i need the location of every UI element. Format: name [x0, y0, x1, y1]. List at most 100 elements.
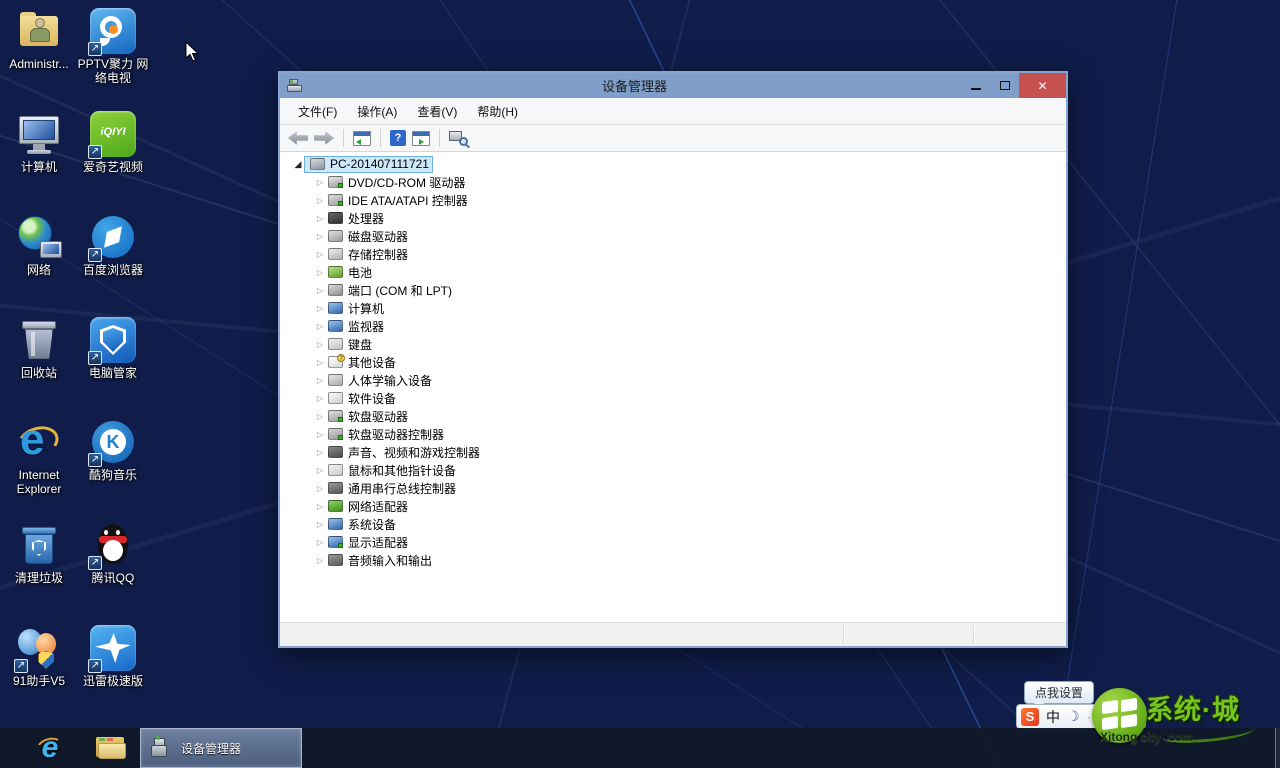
tree-item-label: 磁盘驱动器 [348, 228, 408, 245]
tree-item-6[interactable]: ▷ 端口 (COM 和 LPT) [284, 281, 1062, 299]
ime-settings-tooltip[interactable]: 点我设置 [1024, 681, 1094, 704]
collapsed-triangle-icon[interactable]: ▷ [314, 556, 326, 565]
collapsed-triangle-icon[interactable]: ▷ [314, 412, 326, 421]
menu-item-0[interactable]: 文件(F) [288, 99, 347, 124]
window-titlebar[interactable]: 设备管理器 ✕ [280, 73, 1066, 98]
maximize-button[interactable] [990, 76, 1019, 96]
desktop-icon-pptv[interactable]: ↗ PPTV聚力 网络电视 [76, 8, 150, 85]
back-icon[interactable] [288, 131, 308, 145]
shortcut-arrow-icon: ↗ [88, 659, 102, 673]
desktop-icon-baidu-browser[interactable]: ↗ 百度浏览器 [76, 214, 150, 277]
tree-item-label: 其他设备 [348, 354, 396, 371]
show-desktop-button[interactable] [1275, 728, 1280, 768]
close-button[interactable]: ✕ [1019, 73, 1066, 98]
tree-item-13[interactable]: ▷ 软盘驱动器 [284, 407, 1062, 425]
collapsed-triangle-icon[interactable]: ▷ [314, 304, 326, 313]
tree-item-4[interactable]: ▷ 存储控制器 [284, 245, 1062, 263]
taskbar-device-manager-task[interactable]: 设备管理器 [140, 728, 302, 768]
collapsed-triangle-icon[interactable]: ▷ [314, 232, 326, 241]
tree-item-0[interactable]: ▷ DVD/CD-ROM 驱动器 [284, 173, 1062, 191]
collapsed-triangle-icon[interactable]: ▷ [314, 286, 326, 295]
tree-item-19[interactable]: ▷ 系统设备 [284, 515, 1062, 533]
ime-more-icon[interactable]: · [1087, 710, 1091, 724]
monitor-icon [328, 320, 343, 332]
collapsed-triangle-icon[interactable]: ▷ [314, 196, 326, 205]
collapsed-triangle-icon[interactable]: ▷ [314, 502, 326, 511]
ports-icon [328, 284, 343, 296]
statusbar-separator [973, 625, 974, 644]
storage-controller-icon [328, 248, 343, 260]
menu-item-1[interactable]: 操作(A) [347, 99, 407, 124]
moon-icon[interactable]: ☽ [1067, 708, 1080, 725]
tree-item-15[interactable]: ▷ 声音、视频和游戏控制器 [284, 443, 1062, 461]
tree-item-8[interactable]: ▷ 监视器 [284, 317, 1062, 335]
tree-item-17[interactable]: ▷ 通用串行总线控制器 [284, 479, 1062, 497]
desktop-icon-cleaner[interactable]: 清理垃圾 [2, 522, 76, 585]
properties-icon[interactable] [412, 131, 430, 146]
minimize-icon [971, 88, 981, 90]
floppy-controller-icon [328, 428, 343, 440]
tree-root-node[interactable]: ◢ PC-201407111721 [284, 155, 1062, 173]
tree-item-18[interactable]: ▷ 网络适配器 [284, 497, 1062, 515]
collapsed-triangle-icon[interactable]: ▷ [314, 484, 326, 493]
computer-root-icon [310, 158, 325, 170]
desktop-icon-internet-explorer[interactable]: e Internet Explorer [2, 419, 76, 496]
minimize-button[interactable] [961, 76, 990, 96]
collapsed-triangle-icon[interactable]: ▷ [314, 268, 326, 277]
menu-item-3[interactable]: 帮助(H) [467, 99, 528, 124]
desktop-icon-network[interactable]: 网络 [2, 214, 76, 277]
collapsed-triangle-icon[interactable]: ▷ [314, 394, 326, 403]
tree-item-14[interactable]: ▷ 软盘驱动器控制器 [284, 425, 1062, 443]
collapsed-triangle-icon[interactable]: ▷ [314, 430, 326, 439]
forward-icon[interactable] [314, 131, 334, 145]
collapsed-triangle-icon[interactable]: ▷ [314, 358, 326, 367]
device-manager-window: 设备管理器 ✕ 文件(F)操作(A)查看(V)帮助(H) ? ◢ PC-2014… [278, 71, 1068, 648]
help-icon[interactable]: ? [390, 130, 406, 146]
taskbar-explorer-button[interactable] [86, 728, 134, 768]
collapsed-triangle-icon[interactable]: ▷ [314, 538, 326, 547]
desktop-icon-recycle-bin[interactable]: 回收站 [2, 317, 76, 380]
ime-mode-chinese[interactable]: 中 [1046, 707, 1060, 727]
collapsed-triangle-icon[interactable]: ▷ [314, 376, 326, 385]
tree-item-2[interactable]: ▷ 处理器 [284, 209, 1062, 227]
tree-item-10[interactable]: ▷ ? 其他设备 [284, 353, 1062, 371]
expanded-triangle-icon[interactable]: ◢ [292, 159, 304, 170]
tree-item-21[interactable]: ▷ 音频输入和输出 [284, 551, 1062, 569]
desktop-icon-pc-manager[interactable]: ↗ 电脑管家 [76, 317, 150, 380]
collapsed-triangle-icon[interactable]: ▷ [314, 214, 326, 223]
menu-item-2[interactable]: 查看(V) [407, 99, 467, 124]
collapsed-triangle-icon[interactable]: ▷ [314, 340, 326, 349]
desktop-icon-administrator[interactable]: Administr... [2, 8, 76, 71]
collapsed-triangle-icon[interactable]: ▷ [314, 250, 326, 259]
desktop-icon-xunlei[interactable]: ↗ 迅雷极速版 [76, 625, 150, 688]
collapsed-triangle-icon[interactable]: ▷ [314, 466, 326, 475]
shortcut-arrow-icon: ↗ [14, 659, 28, 673]
scan-hardware-changes-icon[interactable] [449, 130, 469, 146]
collapsed-triangle-icon[interactable]: ▷ [314, 178, 326, 187]
tree-item-20[interactable]: ▷ 显示适配器 [284, 533, 1062, 551]
desktop-icon-label: 百度浏览器 [76, 263, 150, 277]
desktop-icon-qq[interactable]: ↗ 腾讯QQ [76, 522, 150, 585]
desktop: Administr... ↗ PPTV聚力 网络电视 计算机iQIYI ↗ 爱奇… [0, 0, 1280, 768]
collapsed-triangle-icon[interactable]: ▷ [314, 448, 326, 457]
tree-item-7[interactable]: ▷ 计算机 [284, 299, 1062, 317]
tree-item-3[interactable]: ▷ 磁盘驱动器 [284, 227, 1062, 245]
tree-item-1[interactable]: ▷ IDE ATA/ATAPI 控制器 [284, 191, 1062, 209]
tree-item-5[interactable]: ▷ 电池 [284, 263, 1062, 281]
collapsed-triangle-icon[interactable]: ▷ [314, 322, 326, 331]
sogou-logo-icon[interactable]: S [1021, 708, 1039, 726]
hid-icon [328, 374, 343, 386]
tree-item-11[interactable]: ▷ 人体学输入设备 [284, 371, 1062, 389]
tree-item-9[interactable]: ▷ 键盘 [284, 335, 1062, 353]
desktop-icon-iqiyi[interactable]: iQIYI ↗ 爱奇艺视频 [76, 111, 150, 174]
taskbar-ie-button[interactable]: e [22, 728, 78, 768]
collapsed-triangle-icon[interactable]: ▷ [314, 520, 326, 529]
desktop-icon-kugou[interactable]: K ↗ 酷狗音乐 [76, 419, 150, 482]
desktop-icon-computer[interactable]: 计算机 [2, 111, 76, 174]
tree-item-label: 网络适配器 [348, 498, 408, 515]
tree-item-12[interactable]: ▷ 软件设备 [284, 389, 1062, 407]
desktop-icon-zhushou91[interactable]: ↗ 91助手V5 [2, 625, 76, 688]
tree-item-label: 键盘 [348, 336, 372, 353]
tree-item-16[interactable]: ▷ 鼠标和其他指针设备 [284, 461, 1062, 479]
show-console-tree-icon[interactable] [353, 131, 371, 146]
